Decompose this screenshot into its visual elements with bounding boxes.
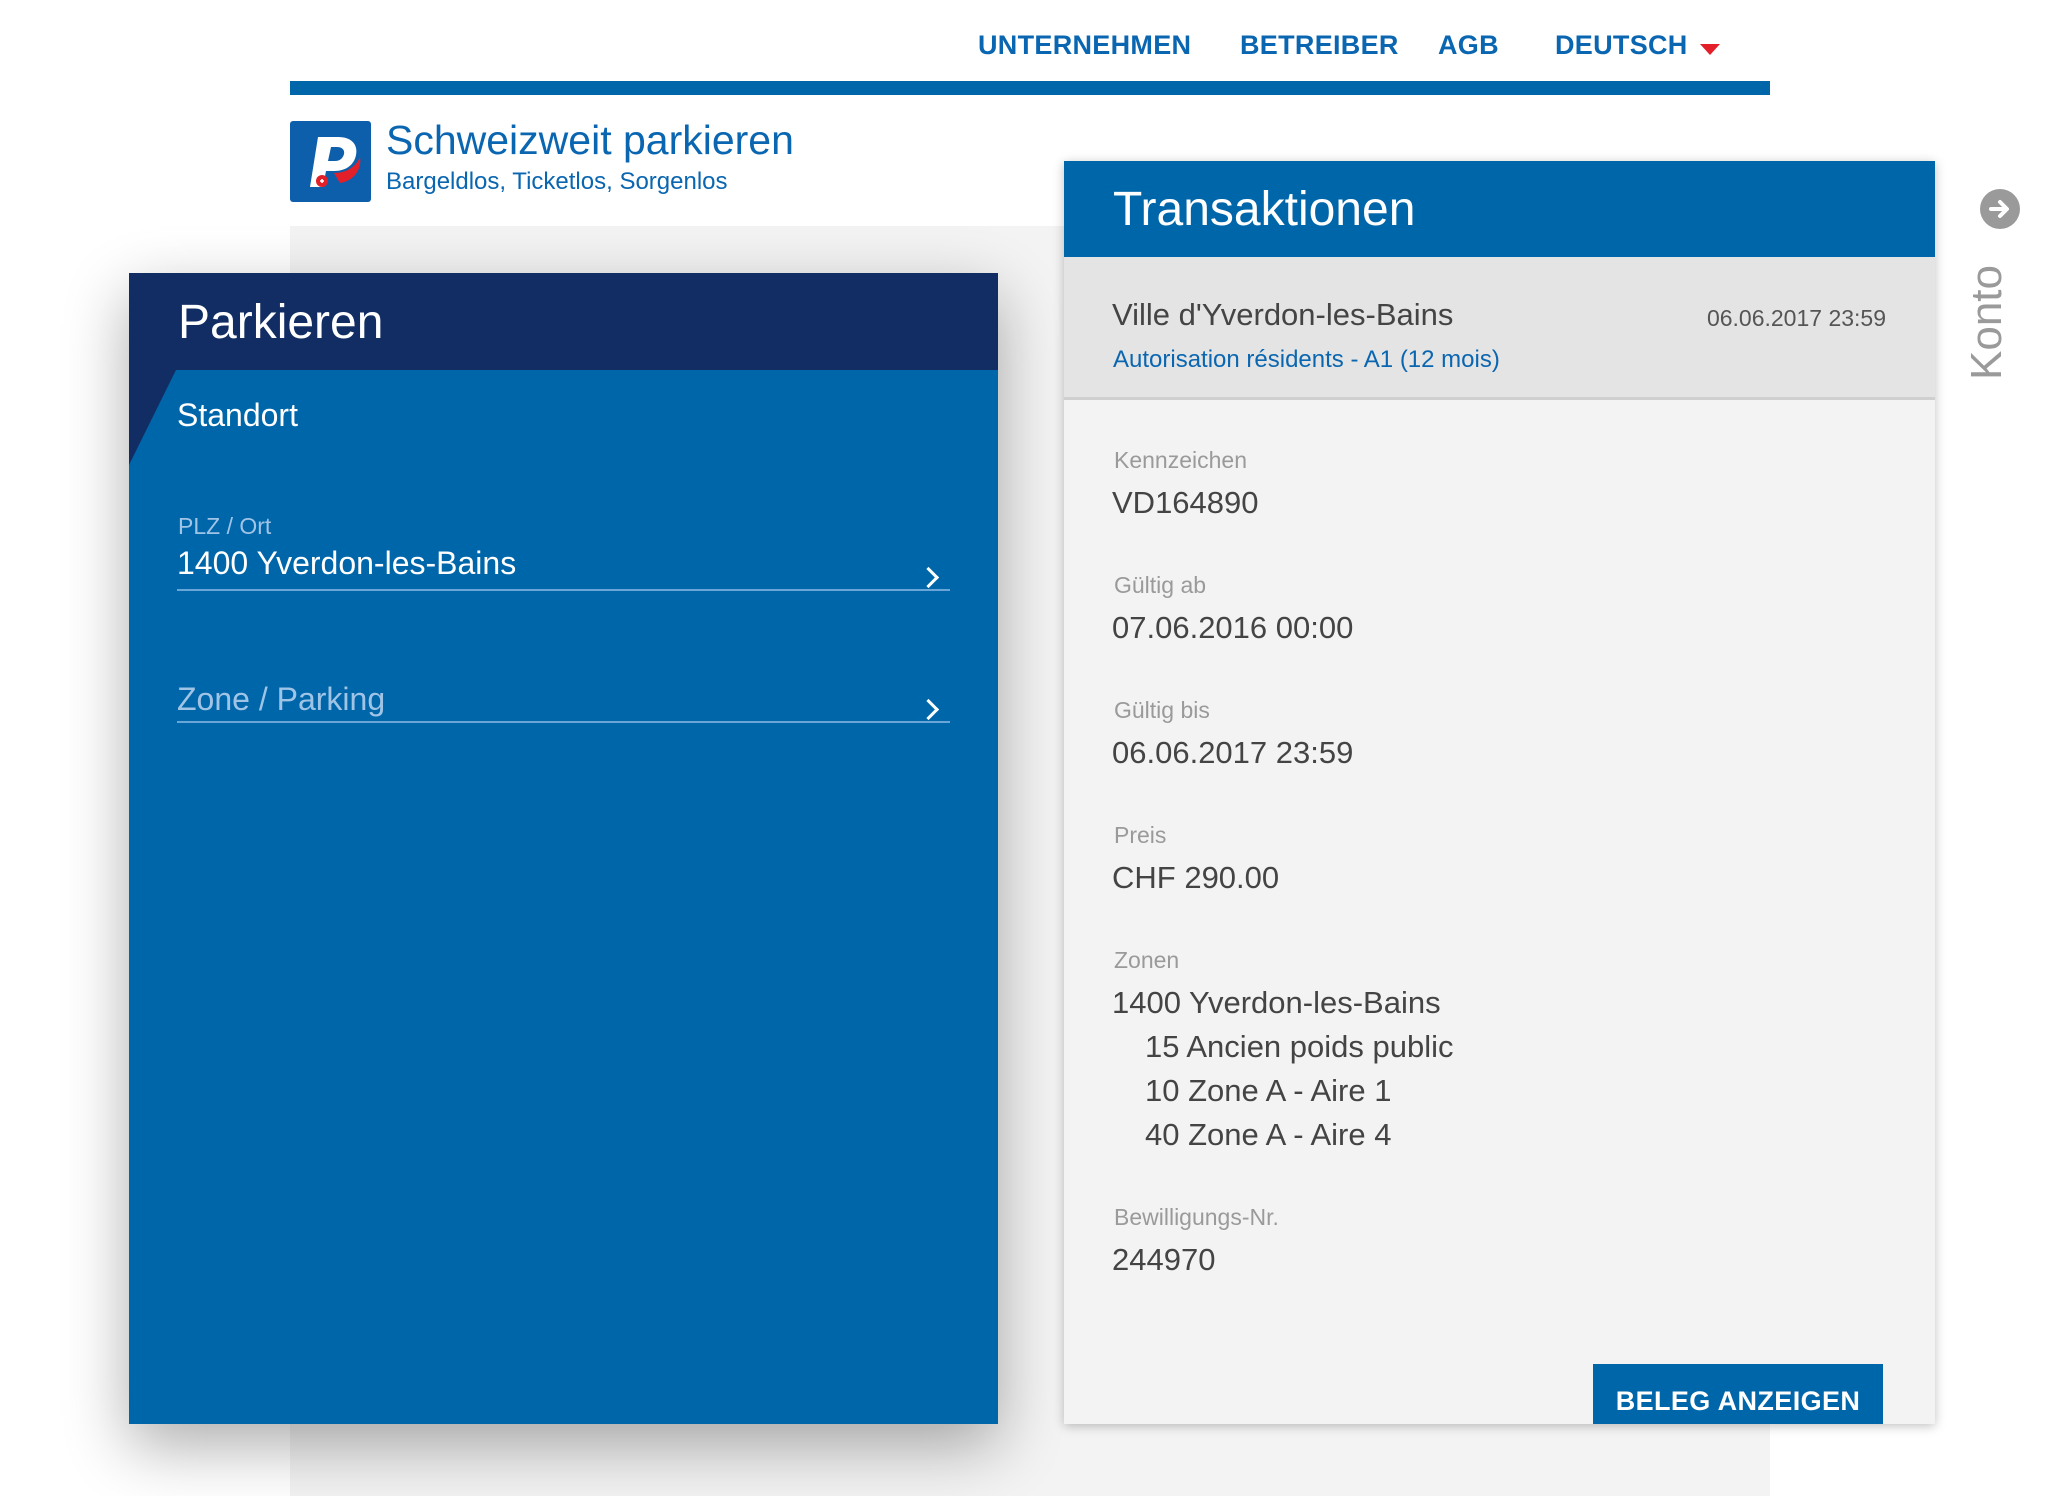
transaktionen-title: Transaktionen: [1113, 183, 1416, 236]
zone-parking-underline: [177, 721, 950, 723]
top-navigation: UNTERNEHMEN BETREIBER AGB DEUTSCH: [0, 0, 2048, 100]
nav-divider-bar: [290, 81, 1770, 95]
bewilligung-value: 244970: [1112, 1242, 1216, 1277]
transaction-date: 06.06.2017 23:59: [1706, 305, 1886, 331]
plz-ort-underline: [177, 589, 950, 591]
konto-tab[interactable]: Konto: [1962, 265, 2012, 380]
zonen-ort-value: 1400 Yverdon-les-Bains: [1112, 985, 1441, 1020]
nav-agb[interactable]: AGB: [1438, 30, 1499, 61]
nav-unternehmen[interactable]: UNTERNEHMEN: [978, 30, 1191, 61]
zone-item: 40 Zone A - Aire 4: [1145, 1117, 1392, 1152]
parkieren-header: Parkieren: [129, 273, 998, 370]
parking-logo-icon[interactable]: [290, 121, 371, 202]
brand-subtitle: Bargeldlos, Ticketlos, Sorgenlos: [386, 168, 728, 195]
parkieren-title: Parkieren: [178, 296, 384, 349]
transaction-city: Ville d'Yverdon-les-Bains: [1112, 297, 1454, 332]
kennzeichen-value: VD164890: [1112, 485, 1259, 520]
beleg-anzeigen-button[interactable]: BELEG ANZEIGEN: [1593, 1364, 1883, 1424]
zonen-label: Zonen: [1114, 947, 1180, 973]
parkieren-panel: Parkieren Standort PLZ / Ort 1400 Yverdo…: [129, 273, 998, 1424]
chevron-right-icon[interactable]: [917, 698, 940, 721]
zone-item: 10 Zone A - Aire 1: [1145, 1073, 1392, 1108]
caret-down-icon[interactable]: [1700, 44, 1720, 55]
arrow-right-circle-icon[interactable]: [1980, 189, 2020, 229]
language-selector[interactable]: DEUTSCH: [1555, 30, 1688, 61]
chevron-right-icon[interactable]: [917, 566, 940, 589]
gueltig-bis-value: 06.06.2017 23:59: [1112, 735, 1354, 770]
transaktionen-panel: Transaktionen Ville d'Yverdon-les-Bains …: [1064, 161, 1935, 1424]
bewilligung-label: Bewilligungs-Nr.: [1114, 1204, 1279, 1230]
transaction-product: Autorisation résidents - A1 (12 mois): [1113, 346, 1500, 373]
brand-title: Schweizweit parkieren: [386, 117, 794, 163]
gueltig-ab-value: 07.06.2016 00:00: [1112, 610, 1354, 645]
transaction-entry[interactable]: Ville d'Yverdon-les-Bains 06.06.2017 23:…: [1064, 257, 1935, 400]
preis-label: Preis: [1114, 822, 1167, 848]
transaktionen-header: Transaktionen: [1064, 161, 1935, 257]
standort-section-title: Standort: [177, 397, 298, 433]
plz-ort-value[interactable]: 1400 Yverdon-les-Bains: [177, 545, 516, 582]
zone-item: 15 Ancien poids public: [1145, 1029, 1454, 1064]
nav-betreiber[interactable]: BETREIBER: [1240, 30, 1399, 61]
header-notch: [129, 370, 176, 465]
kennzeichen-label: Kennzeichen: [1114, 447, 1247, 473]
plz-ort-label: PLZ / Ort: [178, 513, 272, 539]
preis-value: CHF 290.00: [1112, 860, 1280, 895]
gueltig-bis-label: Gültig bis: [1114, 697, 1210, 723]
zone-parking-placeholder[interactable]: Zone / Parking: [177, 681, 385, 718]
gueltig-ab-label: Gültig ab: [1114, 572, 1207, 598]
